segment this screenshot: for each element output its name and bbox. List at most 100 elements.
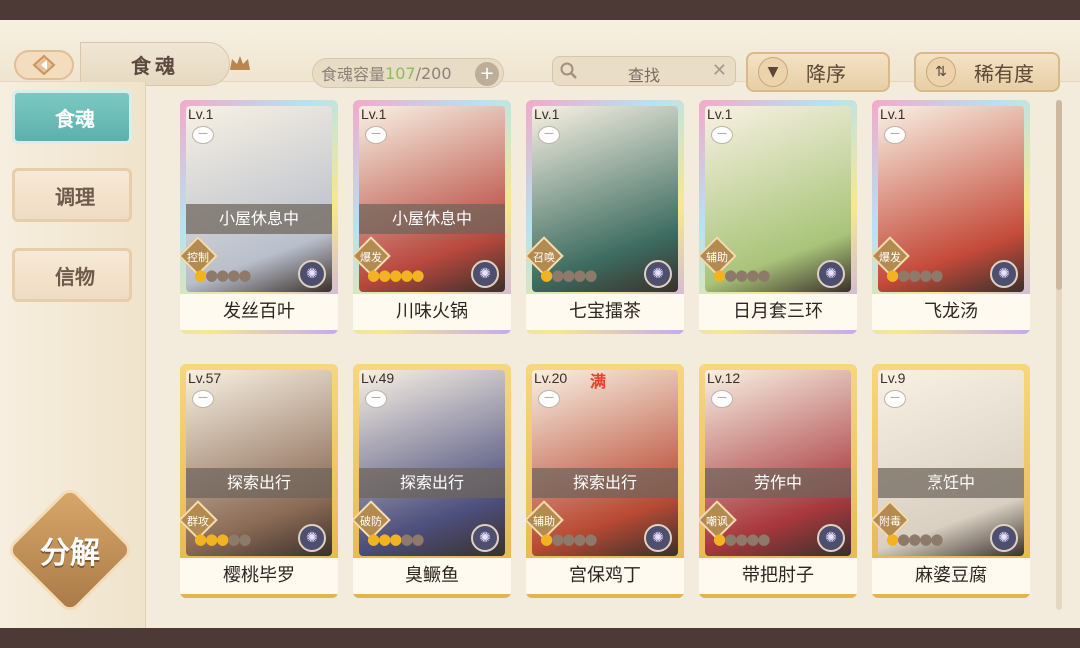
food-soul-card[interactable]: Lv.57 — 探索出行 群攻 ●●●●● ✺ 樱桃毕罗 [180, 364, 338, 598]
chat-bubble-icon[interactable]: — [192, 390, 214, 408]
role-label: 嘲讽 [706, 515, 728, 528]
element-badge-icon: ✺ [817, 260, 845, 288]
bottom-frame [0, 628, 1080, 648]
decompose-label: 分解 [40, 536, 100, 571]
capacity-label: 食魂容量 [321, 65, 386, 84]
scroll-thumb[interactable] [1056, 100, 1062, 290]
status-banner: 烹饪中 [878, 468, 1024, 498]
food-soul-card[interactable]: Lv.12 — 劳作中嘲讽 ●●●●● ✺ 带把肘子 [699, 364, 857, 598]
status-banner: 劳作中 [705, 468, 851, 498]
back-button[interactable] [14, 50, 74, 80]
expand-capacity-button[interactable]: + [475, 62, 499, 86]
tab-token[interactable]: 信物 [12, 248, 132, 302]
character-name: 带把肘子 [699, 558, 857, 594]
star-rating: ●●●●● [540, 266, 597, 284]
back-arrow-icon [32, 54, 56, 76]
chat-bubble-icon[interactable]: — [192, 126, 214, 144]
food-soul-card[interactable]: Lv.1 — 辅助 ●●●●● ✺ 日月套三环 [699, 100, 857, 334]
swap-icon: ⇅ [926, 57, 956, 87]
status-banner: 小屋休息中 [359, 204, 505, 234]
status-banner: 探索出行 [359, 468, 505, 498]
role-label: 控制 [187, 251, 209, 264]
status-banner: 探索出行 [532, 468, 678, 498]
sort-order-label: 降序 [806, 61, 846, 86]
page-title: 食魂 [80, 42, 230, 86]
star-rating: ●●●●● [194, 266, 251, 284]
food-soul-card[interactable]: Lv.1 — 小屋休息中 爆发 ●●●●● ✺ 川味火锅 [353, 100, 511, 334]
element-badge-icon: ✺ [471, 260, 499, 288]
element-badge-icon: ✺ [644, 524, 672, 552]
role-label: 辅助 [706, 251, 728, 264]
star-rating: ●●●●● [713, 530, 770, 548]
element-badge-icon: ✺ [471, 524, 499, 552]
element-badge-icon: ✺ [298, 260, 326, 288]
status-banner: 小屋休息中 [186, 204, 332, 234]
character-name: 川味火锅 [353, 294, 511, 330]
level-label: Lv.12 [707, 370, 741, 386]
top-frame [0, 0, 1080, 20]
tab-training[interactable]: 调理 [12, 168, 132, 222]
food-soul-card[interactable]: Lv.1 — 爆发 ●●●●● ✺ 飞龙汤 [872, 100, 1030, 334]
capacity-used: 107 [385, 63, 416, 83]
star-rating: ●●●●● [540, 530, 597, 548]
chat-bubble-icon[interactable]: — [538, 390, 560, 408]
header-bar: 食魂 食魂容量 107 /200 + 查找 ✕ ▼ 降序 ⇅ 稀有度 [0, 20, 1080, 92]
chat-bubble-icon[interactable]: — [365, 126, 387, 144]
role-label: 召唤 [533, 251, 555, 264]
chat-bubble-icon[interactable]: — [711, 126, 733, 144]
chat-bubble-icon[interactable]: — [884, 126, 906, 144]
chat-bubble-icon[interactable]: — [884, 390, 906, 408]
scrollbar[interactable] [1056, 100, 1062, 610]
clear-search-icon[interactable]: ✕ [712, 60, 727, 81]
character-name: 麻婆豆腐 [872, 558, 1030, 594]
role-label: 破防 [360, 515, 382, 528]
chat-bubble-icon[interactable]: — [538, 126, 560, 144]
character-name: 臭鳜鱼 [353, 558, 511, 594]
character-name: 樱桃毕罗 [180, 558, 338, 594]
level-label: Lv.57 [188, 370, 222, 386]
role-label: 附毒 [879, 515, 901, 528]
level-label: Lv.1 [707, 106, 733, 122]
character-name: 发丝百叶 [180, 294, 338, 330]
level-label: Lv.1 [534, 106, 560, 122]
star-rating: ●●●●● [886, 530, 943, 548]
food-soul-card[interactable]: Lv.9 — 烹饪中附毒 ●●●●● ✺ 麻婆豆腐 [872, 364, 1030, 598]
star-rating: ●●●●● [367, 266, 424, 284]
food-soul-card[interactable]: Lv.1 — 召唤 ●●●●● ✺ 七宝擂茶 [526, 100, 684, 334]
level-label: Lv.1 [361, 106, 387, 122]
tab-food-soul[interactable]: 食魂 [12, 90, 132, 144]
food-soul-card[interactable]: Lv.20 — 探索出行 辅助 ●●●●● ✺ 宫保鸡丁 [526, 364, 684, 598]
sort-order-button[interactable]: ▼ 降序 [746, 52, 890, 92]
food-soul-card[interactable]: Lv.1 — 小屋休息中控制 ●●●●● ✺ 发丝百叶 [180, 100, 338, 334]
down-triangle-icon: ▼ [758, 57, 788, 87]
role-label: 爆发 [879, 251, 901, 264]
level-label: Lv.9 [880, 370, 906, 386]
level-label: Lv.1 [188, 106, 214, 122]
star-rating: ●●●●● [713, 266, 770, 284]
character-name: 日月套三环 [699, 294, 857, 330]
level-label: Lv.20 [534, 370, 568, 386]
level-label: Lv.1 [880, 106, 906, 122]
element-badge-icon: ✺ [990, 524, 1018, 552]
role-label: 辅助 [533, 515, 555, 528]
search-label: 查找 [627, 66, 660, 85]
star-rating: ●●●●● [886, 266, 943, 284]
capacity-display: 食魂容量 107 /200 + [312, 58, 504, 88]
sort-rarity-button[interactable]: ⇅ 稀有度 [914, 52, 1060, 92]
star-rating: ●●●●● [194, 530, 251, 548]
chat-bubble-icon[interactable]: — [365, 390, 387, 408]
food-soul-card[interactable]: Lv.49 — 探索出行破防 ●●●●● ✺ 臭鳜鱼 [353, 364, 511, 598]
search-bar[interactable]: 查找 ✕ [552, 56, 736, 86]
chat-bubble-icon[interactable]: — [711, 390, 733, 408]
level-label: Lv.49 [361, 370, 395, 386]
element-badge-icon: ✺ [990, 260, 1018, 288]
crown-icon[interactable] [228, 54, 252, 72]
role-label: 群攻 [187, 515, 209, 528]
star-rating: ●●●●● [367, 530, 424, 548]
character-name: 飞龙汤 [872, 294, 1030, 330]
element-badge-icon: ✺ [644, 260, 672, 288]
character-name: 七宝擂茶 [526, 294, 684, 330]
full-mark: 满 [590, 372, 607, 391]
element-badge-icon: ✺ [817, 524, 845, 552]
element-badge-icon: ✺ [298, 524, 326, 552]
